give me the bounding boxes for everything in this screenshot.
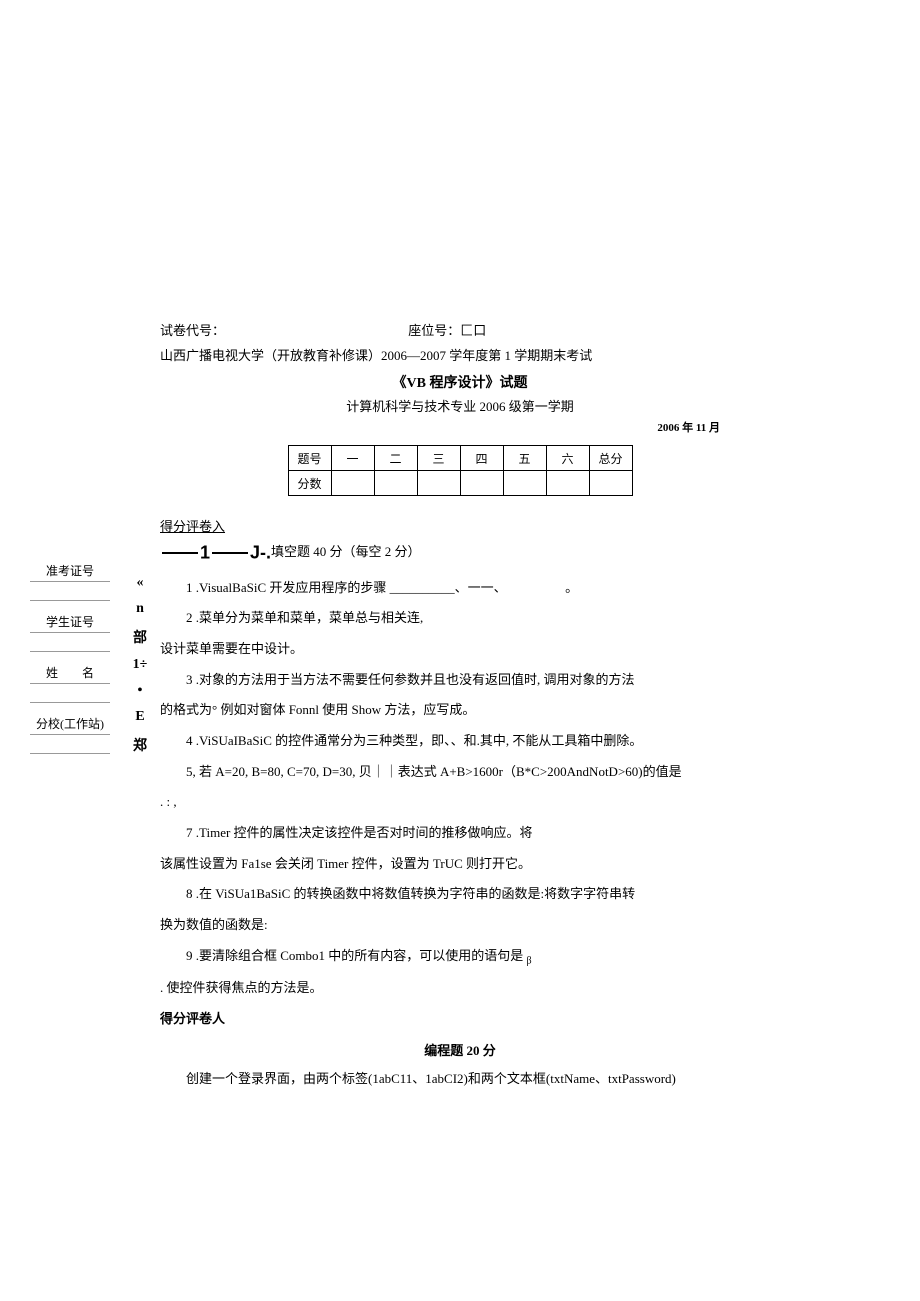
header-line-1: 试卷代号： 座位号：匚口 [160,320,760,339]
vchar: 1÷ [125,657,155,673]
sidebar-group: 分校(工作站) [30,713,110,754]
dash-icon [162,552,198,554]
score-cell [503,471,546,496]
vchar: « [125,575,155,591]
question-2: 2 .菜单分为菜单和菜单，菜单总与相关连, [160,606,760,631]
question-9: 9 .要清除组合框 Combo1 中的所有内容，可以使用的语句是 β [160,944,760,971]
question-10: . 使控件获得焦点的方法是。 [160,976,760,1001]
col-total: 总分 [589,446,632,471]
vchar: E [125,709,155,725]
vertical-chars: « n 部 1÷ • E 郑 [125,565,155,765]
col-5: 五 [503,446,546,471]
col-3: 三 [417,446,460,471]
programming-intro: 创建一个登录界面，由两个标签(1abC11、1abCI2)和两个文本框(txtN… [160,1067,760,1092]
question-9-text: 9 .要清除组合框 Combo1 中的所有内容，可以使用的语句是 [186,948,523,963]
seg-1: 1 [200,543,210,563]
score-cell [417,471,460,496]
field-student-id-blank [30,633,110,652]
exam-date: 2006 年 11 月 [160,419,720,435]
marker-2: 得分评卷人 [160,1007,760,1032]
sidebar-group: 姓 名 [30,662,110,703]
vchar: n [125,601,155,617]
field-name-blank [30,684,110,703]
vchar: 郑 [125,735,155,755]
col-6: 六 [546,446,589,471]
section-1-label: 填空题 40 分（每空 2 分） [271,544,421,559]
score-cell [546,471,589,496]
col-label: 题号 [288,446,331,471]
exam-code-label: 试卷代号： [160,323,225,338]
question-2b: 设计菜单需要在中设计。 [160,637,760,662]
section-2-title: 编程题 20 分 [160,1040,760,1059]
vchar: • [125,683,155,699]
question-3: 3 .对象的方法用于当方法不需要任何参数并且也没有返回值时, 调用对象的方法 [160,668,760,693]
col-4: 四 [460,446,503,471]
score-cell [331,471,374,496]
question-8b: 换为数值的函数是: [160,913,760,938]
sidebar-group: 学生证号 [30,611,110,652]
exam-page: 试卷代号： 座位号：匚口 山西广播电视大学（开放教育补修课）2006—2007 … [0,0,920,1197]
field-branch-label: 分校(工作站) [30,713,110,735]
seat-number-label: 座位号：匚口 [408,320,486,339]
sidebar-group: 准考证号 [30,560,110,601]
dash-icon [212,552,248,554]
score-cell [460,471,503,496]
section-1-heading: 1 J-.填空题 40 分（每空 2 分） [160,541,760,564]
question-1: 1 .VisualBaSiC 开发应用程序的步骤 __________、一一、 … [160,576,760,601]
course-title: 《VB 程序设计》试题 [160,372,760,392]
score-table-header-row: 题号 一 二 三 四 五 六 总分 [288,446,632,471]
seg-j: J-. [250,543,271,563]
col-1: 一 [331,446,374,471]
subtitle: 计算机科学与技术专业 2006 级第一学期 [160,396,760,415]
university-line: 山西广播电视大学（开放教育补修课）2006—2007 学年度第 1 学期期末考试 [160,345,760,364]
question-4: 4 .ViSUaIBaSiC 的控件通常分为三种类型，即、、和.其中, 不能从工… [160,729,760,754]
vchar: 部 [125,627,155,647]
question-5b: . : , [160,790,760,815]
field-name-label: 姓 名 [30,662,110,684]
field-exam-id-label: 准考证号 [30,560,110,582]
question-7b: 该属性设置为 Fa1se 会关闭 Timer 控件，设置为 TrUC 则打开它。 [160,852,760,877]
score-cell [374,471,417,496]
question-7: 7 .Timer 控件的属性决定该控件是否对时间的推移做响应。将 [160,821,760,846]
question-8: 8 .在 ViSUa1BaSiC 的转换函数中将数值转换为字符串的函数是:将数字… [160,882,760,907]
field-exam-id-blank [30,582,110,601]
score-cell [589,471,632,496]
field-branch-blank [30,735,110,754]
score-table-score-row: 分数 [288,471,632,496]
marker-line: 得分评卷入 [160,516,760,535]
score-table: 题号 一 二 三 四 五 六 总分 分数 [288,445,633,496]
row-label: 分数 [288,471,331,496]
question-9-tail: β [527,955,532,966]
student-info-sidebar: 准考证号 学生证号 姓 名 分校(工作站) [30,560,110,764]
col-2: 二 [374,446,417,471]
question-5: 5, 若 A=20, B=80, C=70, D=30, 贝｜｜表达式 A+B>… [160,760,760,785]
question-3b: 的格式为° 例如对窗体 Fonnl 使用 Show 方法，应写成。 [160,698,760,723]
field-student-id-label: 学生证号 [30,611,110,633]
